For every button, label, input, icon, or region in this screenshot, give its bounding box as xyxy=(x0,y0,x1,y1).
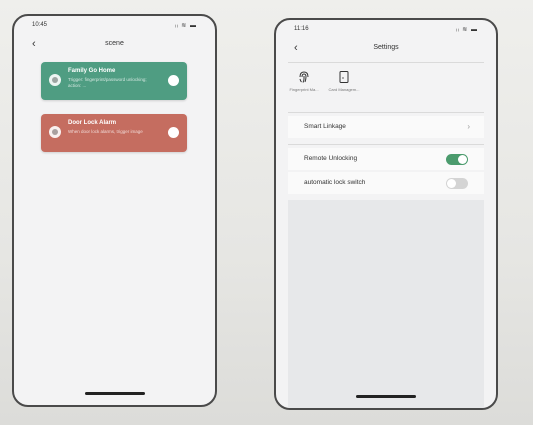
remote-unlocking-switch[interactable] xyxy=(446,154,468,165)
scene-icon xyxy=(49,126,61,138)
nav-bar: ‹ scene xyxy=(14,38,215,54)
divider xyxy=(288,62,484,63)
empty-content-area xyxy=(288,200,484,408)
scene-card-title: Family Go Home xyxy=(68,68,116,74)
card-management-button[interactable]: Card Managem... xyxy=(324,66,364,92)
scene-toggle[interactable] xyxy=(168,127,179,138)
status-icons: ᵢᵢ ≋ ▬ xyxy=(174,23,197,29)
chevron-right-icon: › xyxy=(467,122,470,131)
divider xyxy=(288,144,484,145)
automatic-lock-switch-label: automatic lock switch xyxy=(304,179,366,186)
fingerprint-icon xyxy=(299,71,309,83)
page-title: scene xyxy=(105,40,124,47)
phone-right-settings-screen: 11:16 ᵢᵢ ≋ ▬ ‹ Settings Fingerprint Ma..… xyxy=(274,18,498,410)
switch-knob xyxy=(458,155,467,164)
scene-icon xyxy=(49,74,61,86)
scene-card-description: When door lock alarms, trigger image xyxy=(68,129,143,134)
fingerprint-management-button[interactable]: Fingerprint Ma... xyxy=(284,66,324,92)
scene-card-title: Door Lock Alarm xyxy=(68,120,117,126)
automatic-lock-switch-toggle[interactable] xyxy=(446,178,468,189)
page-title: Settings xyxy=(373,44,399,51)
scene-toggle[interactable] xyxy=(168,75,179,86)
remote-unlocking-label: Remote Unlocking xyxy=(304,155,358,162)
scene-card-description: Trigger: fingerprint/password unlocking;… xyxy=(68,77,147,88)
divider xyxy=(288,112,484,113)
fingerprint-management-label: Fingerprint Ma... xyxy=(289,87,319,92)
card-management-label: Card Managem... xyxy=(328,87,360,92)
card-icon xyxy=(339,71,349,83)
status-bar: 10:45 ᵢᵢ ≋ ▬ xyxy=(14,22,215,32)
remote-unlocking-row: Remote Unlocking xyxy=(288,148,484,170)
switch-knob xyxy=(447,179,456,188)
scene-card-door-lock-alarm[interactable]: Door Lock Alarm When door lock alarms, t… xyxy=(41,114,187,152)
status-time: 11:16 xyxy=(294,26,309,32)
scene-card-family-go-home[interactable]: Family Go Home Trigger: fingerprint/pass… xyxy=(41,62,187,100)
status-icons: ᵢᵢ ≋ ▬ xyxy=(455,27,478,33)
home-indicator xyxy=(356,395,416,398)
status-time: 10:45 xyxy=(32,22,48,28)
status-bar: 11:16 ᵢᵢ ≋ ▬ xyxy=(276,26,496,36)
smart-linkage-row[interactable]: Smart Linkage › xyxy=(288,116,484,138)
automatic-lock-switch-row: automatic lock switch xyxy=(288,172,484,194)
nav-bar: ‹ Settings xyxy=(276,42,496,58)
management-icons-row: Fingerprint Ma... Card Managem... xyxy=(276,66,496,108)
phone-left-scene-screen: 10:45 ᵢᵢ ≋ ▬ ‹ scene Family Go Home Trig… xyxy=(12,14,217,407)
home-indicator xyxy=(84,392,145,395)
smart-linkage-label: Smart Linkage xyxy=(304,123,346,130)
